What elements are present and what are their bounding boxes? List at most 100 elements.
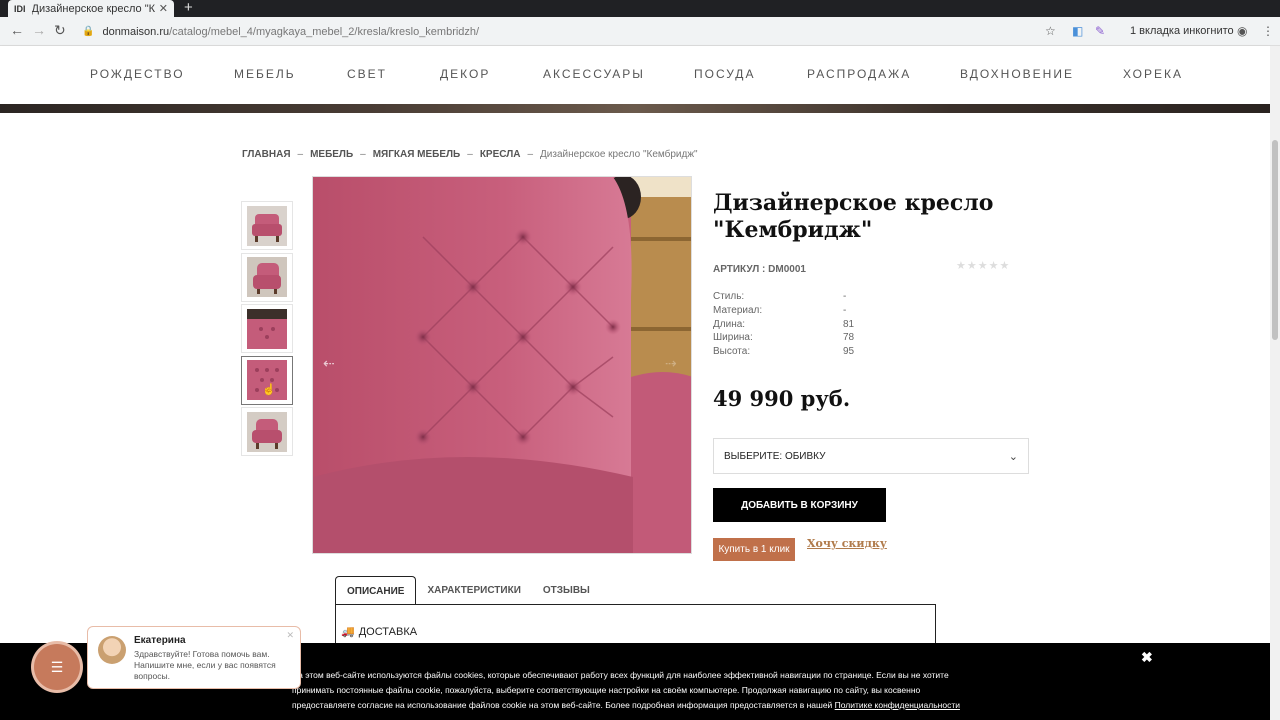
thumbnail-5[interactable] xyxy=(241,407,293,456)
extension-icon[interactable]: ◧ xyxy=(1072,24,1083,38)
pen-extension-icon[interactable]: ✎ xyxy=(1095,24,1105,38)
lock-icon: 🔒 xyxy=(82,26,95,37)
property-key: Высота: xyxy=(713,346,751,358)
breadcrumb-separator: – xyxy=(527,149,534,160)
armchair-thumb-image xyxy=(247,205,287,246)
browser-toolbar: ← → ↻ 🔒 donmaison.ru /catalog/mebel_4/my… xyxy=(0,17,1280,46)
delivery-heading: 🚚 ДОСТАВКА xyxy=(341,625,418,639)
breadcrumb-separator: – xyxy=(360,149,366,160)
browser-tabbar: IDI Дизайнерское кресло "К ✕ + xyxy=(0,0,1280,17)
reload-icon[interactable]: ↻ xyxy=(54,22,66,39)
breadcrumb-armchairs[interactable]: КРЕСЛА xyxy=(480,149,521,160)
cookie-text: На этом веб-сайте используются файлы coo… xyxy=(292,668,972,713)
nav-item-furniture[interactable]: МЕБЕЛЬ xyxy=(234,67,296,81)
property-row: Стиль: - xyxy=(713,291,854,305)
chat-close-icon[interactable]: ✕ xyxy=(286,630,294,641)
property-value: 78 xyxy=(843,332,855,344)
nav-item-decor[interactable]: ДЕКОР xyxy=(440,67,490,81)
address-bar[interactable]: 🔒 donmaison.ru /catalog/mebel_4/myagkaya… xyxy=(76,20,1116,43)
breadcrumb-home[interactable]: ГЛАВНАЯ xyxy=(242,149,291,160)
thumbnail-4[interactable]: ☝ xyxy=(241,355,293,405)
product-sku: АРТИКУЛ : DM0001 xyxy=(713,264,806,275)
close-tab-icon[interactable]: ✕ xyxy=(159,2,168,15)
scrollbar-thumb[interactable] xyxy=(1272,140,1278,340)
thumbnail-list: ☝ xyxy=(241,201,293,459)
upholstery-select[interactable]: ВЫБЕРИТЕ: ОБИВКУ ⌄ xyxy=(713,438,1029,474)
product-properties: Стиль: - Материал: - Длина: 81 Ширина: 7… xyxy=(713,291,854,360)
breadcrumb-furniture[interactable]: МЕБЕЛЬ xyxy=(310,149,353,160)
prev-image-arrow-icon[interactable]: ⇠ xyxy=(323,355,335,372)
bookmark-star-icon[interactable]: ☆ xyxy=(1045,24,1056,38)
privacy-policy-link[interactable]: Политике конфиденциальности xyxy=(835,700,960,710)
hand-cursor-icon: ☝ xyxy=(262,383,276,396)
buy-one-click-button[interactable]: Купить в 1 клик xyxy=(713,538,795,561)
breadcrumb-separator: – xyxy=(297,149,304,160)
property-row: Высота: 95 xyxy=(713,346,854,360)
property-value: 81 xyxy=(843,318,855,330)
property-row: Длина: 81 xyxy=(713,319,854,333)
property-key: Материал: xyxy=(713,304,763,316)
property-value: - xyxy=(843,291,847,302)
site-nav: РОЖДЕСТВО МЕБЕЛЬ СВЕТ ДЕКОР АКСЕССУАРЫ П… xyxy=(0,46,1270,104)
armchair-photo xyxy=(313,177,691,553)
delivery-heading-text: ДОСТАВКА xyxy=(358,625,418,638)
chat-open-button[interactable]: ☰ xyxy=(34,644,80,690)
property-row: Материал: - xyxy=(713,305,854,319)
chevron-down-icon: ⌄ xyxy=(1008,450,1018,463)
chat-icon: ☰ xyxy=(50,658,64,675)
upholstery-select-label: ВЫБЕРИТЕ: ОБИВКУ xyxy=(724,450,826,462)
armchair-thumb-image xyxy=(247,411,287,452)
property-key: Ширина: xyxy=(713,332,753,344)
new-tab-icon[interactable]: + xyxy=(184,0,193,16)
back-icon[interactable]: ← xyxy=(10,22,24,38)
menu-icon[interactable]: ⋮ xyxy=(1262,24,1274,38)
avatar xyxy=(98,636,126,664)
breadcrumb-soft-furniture[interactable]: МЯГКАЯ МЕБЕЛЬ xyxy=(373,149,461,160)
truck-icon: 🚚 xyxy=(341,626,355,638)
main-product-image[interactable]: ⇠ ⇢ xyxy=(312,176,692,554)
browser-tab[interactable]: IDI Дизайнерское кресло "К ✕ xyxy=(8,0,174,17)
site-favicon-icon: IDI xyxy=(14,3,26,14)
nav-item-sale[interactable]: РАСПРОДАЖА xyxy=(807,67,911,81)
chat-agent-name: Екатерина xyxy=(134,635,186,646)
add-to-cart-button[interactable]: ДОБАВИТЬ В КОРЗИНУ xyxy=(713,488,886,522)
breadcrumb-separator: – xyxy=(467,149,473,160)
tab-reviews[interactable]: ОТЗЫВЫ xyxy=(532,576,601,605)
product-tabs: ОПИСАНИЕ ХАРАКТЕРИСТИКИ ОТЗЫВЫ xyxy=(335,576,601,605)
want-discount-link[interactable]: Хочу скидку xyxy=(807,537,887,550)
chat-message: Здравствуйте! Готова помочь вам. Напишит… xyxy=(134,649,276,681)
incognito-icon: ◉ xyxy=(1237,24,1248,38)
next-image-arrow-icon[interactable]: ⇢ xyxy=(665,355,677,372)
property-value: 95 xyxy=(843,346,855,358)
hero-banner xyxy=(0,104,1270,113)
nav-item-christmas[interactable]: РОЖДЕСТВО xyxy=(90,67,185,81)
property-key: Стиль: xyxy=(713,291,745,302)
thumbnail-2[interactable] xyxy=(241,252,293,302)
forward-icon[interactable]: → xyxy=(32,22,46,38)
armchair-thumb-image xyxy=(247,308,287,349)
nav-item-light[interactable]: СВЕТ xyxy=(347,67,387,81)
tab-specifications[interactable]: ХАРАКТЕРИСТИКИ xyxy=(416,576,531,605)
cookie-close-icon[interactable]: ✖ xyxy=(1141,649,1153,666)
nav-item-accessories[interactable]: АКСЕССУАРЫ xyxy=(543,67,645,81)
tab-description[interactable]: ОПИСАНИЕ xyxy=(335,576,417,605)
nav-item-inspiration[interactable]: ВДОХНОВЕНИЕ xyxy=(960,67,1074,81)
breadcrumb-current: Дизайнерское кресло "Кембридж" xyxy=(540,149,698,160)
url-domain: donmaison.ru xyxy=(102,25,170,38)
tab-title: Дизайнерское кресло "К xyxy=(31,2,155,15)
nav-item-horeca[interactable]: ХОРЕКА xyxy=(1123,67,1183,81)
url-path: /catalog/mebel_4/myagkaya_mebel_2/kresla… xyxy=(169,25,480,38)
product-title: Дизайнерское кресло "Кембридж" xyxy=(713,190,994,243)
property-key: Длина: xyxy=(713,318,746,330)
thumbnail-1[interactable] xyxy=(241,201,293,250)
rating-stars-icon[interactable]: ★★★★★ xyxy=(956,259,1010,272)
property-row: Ширина: 78 xyxy=(713,332,854,346)
nav-item-tableware[interactable]: ПОСУДА xyxy=(694,67,755,81)
chat-greeting-bubble[interactable]: Екатерина Здравствуйте! Готова помочь ва… xyxy=(87,626,301,689)
thumbnail-3[interactable] xyxy=(241,304,293,353)
product-price: 49 990 руб. xyxy=(713,386,851,411)
armchair-thumb-image xyxy=(247,257,287,297)
property-value: - xyxy=(843,304,847,316)
incognito-label[interactable]: 1 вкладка инкогнито xyxy=(1130,25,1234,37)
breadcrumb: ГЛАВНАЯ – МЕБЕЛЬ – МЯГКАЯ МЕБЕЛЬ – КРЕСЛ… xyxy=(242,149,698,160)
